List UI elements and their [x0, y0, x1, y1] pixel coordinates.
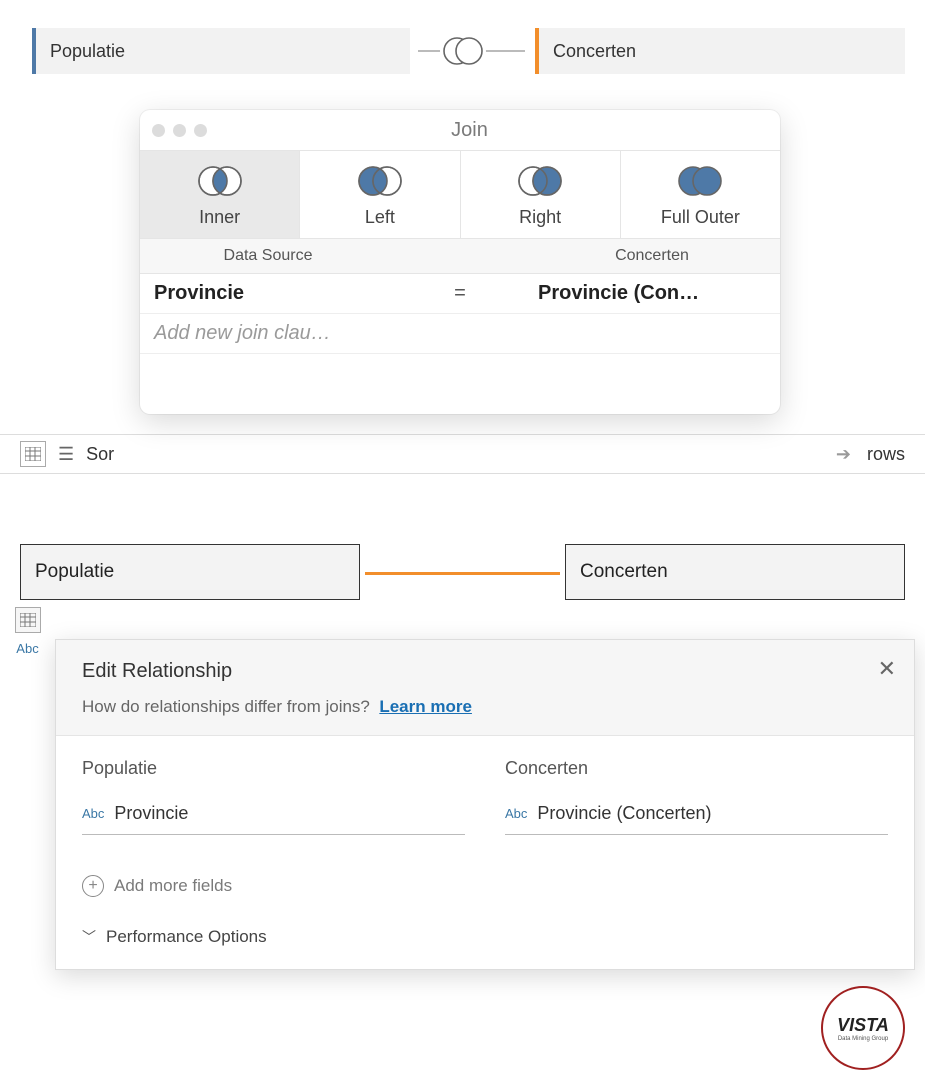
- relationship-table-concerten[interactable]: Concerten: [565, 544, 905, 600]
- relationship-table-populatie[interactable]: Populatie: [20, 544, 360, 600]
- join-clause-table: Data Source Concerten Provincie = Provin…: [140, 239, 780, 354]
- left-gutter: Abc: [0, 607, 55, 656]
- join-type-left[interactable]: Left: [300, 151, 460, 238]
- logo-subtext: Data Mining Group: [837, 1036, 889, 1042]
- join-type-label: Right: [519, 207, 561, 228]
- column-heading: Populatie: [82, 758, 465, 779]
- join-header-left: Data Source: [140, 239, 396, 274]
- relationship-table-label: Populatie: [35, 561, 114, 583]
- edit-relationship-dialog: Edit Relationship How do relationships d…: [55, 639, 915, 970]
- table-pill-concerten[interactable]: Concerten: [535, 28, 905, 74]
- logo-text: VISTA: [837, 1015, 889, 1035]
- performance-options-toggle[interactable]: ﹀ Performance Options: [56, 903, 914, 969]
- close-icon[interactable]: [152, 124, 165, 137]
- join-clause-operator[interactable]: =: [396, 274, 524, 314]
- column-heading: Concerten: [505, 758, 888, 779]
- close-icon[interactable]: ✕: [878, 656, 896, 682]
- field-name: Provincie: [114, 803, 188, 824]
- minimize-icon[interactable]: [173, 124, 186, 137]
- data-grid-toolbar: ☰ Sor ➔ rows: [0, 434, 925, 474]
- dialog-title: Join: [207, 119, 732, 142]
- relationship-canvas[interactable]: Populatie Concerten: [20, 544, 905, 604]
- vista-logo: VISTA Data Mining Group: [821, 986, 905, 1070]
- grid-view-icon[interactable]: [15, 607, 41, 633]
- add-join-clause-placeholder[interactable]: Add new join clau…: [140, 314, 396, 354]
- join-type-inner[interactable]: Inner: [140, 151, 300, 238]
- field-name: Provincie (Concerten): [537, 803, 711, 824]
- join-type-label: Inner: [199, 207, 240, 228]
- join-canvas[interactable]: Populatie Concerten: [20, 28, 905, 74]
- join-header-right: Concerten: [524, 239, 780, 274]
- table-pill-populatie[interactable]: Populatie: [32, 28, 410, 74]
- relationship-table-label: Concerten: [580, 561, 668, 583]
- join-clause-right[interactable]: Provincie (Con…: [524, 274, 780, 314]
- datatype-string-icon: Abc: [16, 641, 38, 656]
- subtitle-text: How do relationships differ from joins?: [82, 697, 370, 716]
- relationship-field-selector[interactable]: Abc Provincie (Concerten): [505, 799, 888, 835]
- join-type-label: Left: [365, 207, 395, 228]
- venn-right-icon: [511, 163, 569, 199]
- join-type-label: Full Outer: [661, 207, 740, 228]
- performance-options-label: Performance Options: [106, 927, 267, 947]
- venn-full-icon: [671, 163, 729, 199]
- join-header-op: [396, 239, 524, 274]
- relationship-field-selector[interactable]: Abc Provincie: [82, 799, 465, 835]
- join-type-full-outer[interactable]: Full Outer: [621, 151, 780, 238]
- dialog-title: Edit Relationship: [82, 660, 888, 683]
- join-type-right[interactable]: Right: [461, 151, 621, 238]
- table-pill-label: Concerten: [553, 41, 636, 62]
- dialog-subtitle: How do relationships differ from joins? …: [82, 697, 888, 717]
- dialog-header: Edit Relationship How do relationships d…: [56, 640, 914, 736]
- dialog-titlebar: Join: [140, 110, 780, 150]
- venn-inner-icon: [191, 163, 249, 199]
- datatype-string-icon: Abc: [505, 806, 527, 821]
- learn-more-link[interactable]: Learn more: [379, 697, 472, 716]
- grid-view-icon[interactable]: [20, 441, 46, 467]
- datatype-string-icon: Abc: [82, 806, 104, 821]
- plus-icon: +: [82, 875, 104, 897]
- relationship-right-column: Concerten Abc Provincie (Concerten): [505, 758, 888, 835]
- sort-label-truncated: Sor: [86, 444, 114, 465]
- join-icon[interactable]: [440, 33, 486, 69]
- window-controls[interactable]: [152, 124, 207, 137]
- add-more-fields-label: Add more fields: [114, 876, 232, 896]
- list-view-icon[interactable]: ☰: [58, 444, 74, 465]
- venn-left-icon: [351, 163, 409, 199]
- relationship-fields: Populatie Abc Provincie Concerten Abc Pr…: [56, 736, 914, 857]
- rows-label: rows: [867, 444, 905, 465]
- relationship-left-column: Populatie Abc Provincie: [82, 758, 465, 835]
- table-pill-label: Populatie: [50, 41, 125, 62]
- join-clause-row[interactable]: Provincie = Provincie (Con…: [140, 274, 780, 314]
- join-dialog: Join Inner Left: [140, 110, 780, 414]
- join-type-selector: Inner Left Right: [140, 150, 780, 239]
- join-clause-left[interactable]: Provincie: [140, 274, 396, 314]
- add-join-clause-row[interactable]: Add new join clau…: [140, 314, 780, 354]
- relationship-line: [365, 572, 560, 575]
- chevron-down-icon: ﹀: [82, 927, 96, 947]
- arrow-right-icon[interactable]: ➔: [836, 444, 851, 465]
- add-more-fields-button[interactable]: + Add more fields: [56, 857, 914, 903]
- zoom-icon[interactable]: [194, 124, 207, 137]
